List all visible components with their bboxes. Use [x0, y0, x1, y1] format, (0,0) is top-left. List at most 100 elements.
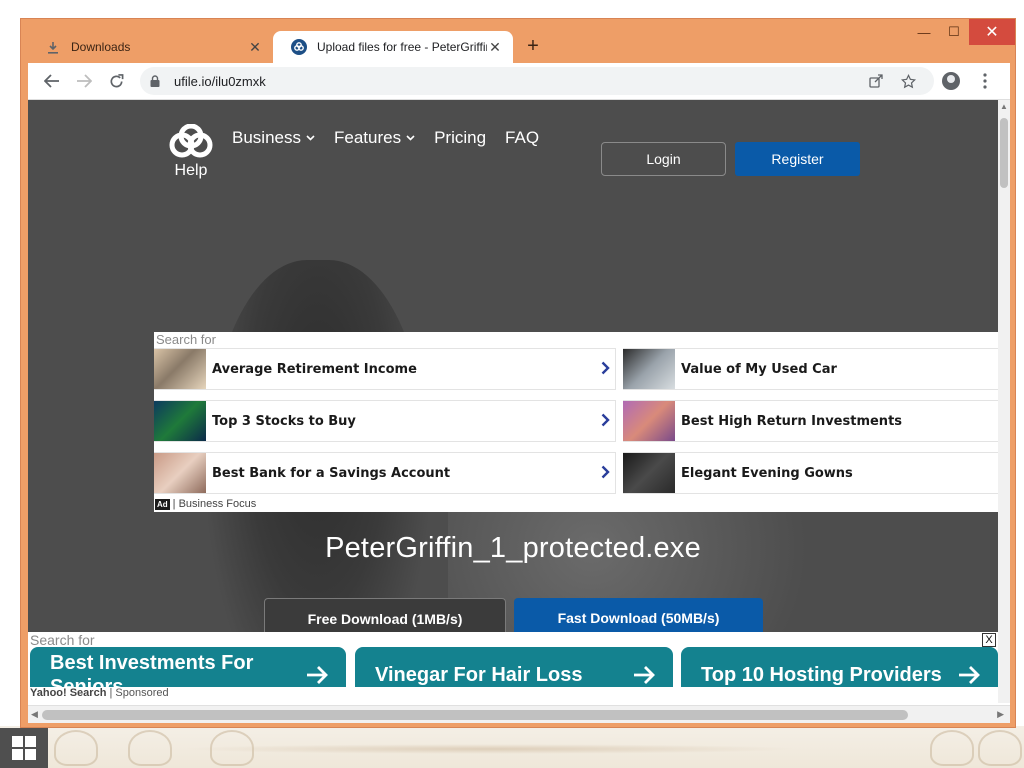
search-ad-block: Search for Average Retirement Income Top… [154, 332, 998, 512]
ad-link-label: Average Retirement Income [212, 361, 417, 377]
menu-button[interactable] [968, 67, 1002, 95]
ad-search-for-label: Search for [156, 332, 216, 347]
ad-thumbnail-car [623, 349, 675, 389]
reload-button[interactable] [100, 67, 132, 95]
ad-footer-text: | Business Focus [172, 498, 257, 510]
wallpaper-sketch [978, 730, 1022, 766]
address-bar[interactable]: ufile.io/ilu0zmxk [140, 67, 934, 95]
arrow-right-icon [958, 660, 980, 691]
file-name-title: PeterGriffin_1_protected.exe [325, 532, 701, 564]
url-text[interactable]: ufile.io/ilu0zmxk [174, 74, 860, 89]
nav-faq[interactable]: FAQ [505, 128, 539, 148]
browser-window: — ☐ ✕ Downloads ✕ Upload files for free … [20, 18, 1016, 728]
tab-downloads[interactable]: Downloads ✕ [27, 31, 273, 63]
windows-logo-icon [12, 736, 36, 760]
site-logo[interactable]: Help [166, 124, 216, 182]
ad-thumbnail-coins [623, 401, 675, 441]
scroll-up-icon[interactable]: ▲ [998, 102, 1010, 111]
ad-button-label: Vinegar For Hair Loss [375, 664, 583, 686]
avatar-icon [942, 72, 960, 90]
ad-link-label: Best Bank for a Savings Account [212, 465, 451, 481]
register-button[interactable]: Register [735, 142, 860, 176]
browser-toolbar: ufile.io/ilu0zmxk [28, 63, 1010, 100]
nav-label: Business [232, 128, 301, 147]
tab-title: Downloads [71, 40, 131, 54]
tab-strip: Downloads ✕ Upload files for free - Pete… [27, 29, 547, 63]
ad-link-best-bank-savings[interactable]: Best Bank for a Savings Account [154, 452, 616, 494]
sponsored-label: | Sponsored [109, 687, 169, 699]
ad-thumbnail-gown [623, 453, 675, 493]
wallpaper-sketch [54, 730, 98, 766]
close-tab-icon[interactable]: ✕ [247, 39, 263, 56]
window-controls: — ☐ ✕ [909, 19, 1015, 47]
download-icon [45, 39, 61, 55]
ad-link-top-3-stocks[interactable]: Top 3 Stocks to Buy [154, 400, 616, 442]
nav-label: Pricing [434, 128, 487, 147]
ad-attribution: Yahoo! Search | Sponsored [28, 687, 998, 703]
lock-icon[interactable] [150, 75, 166, 87]
close-ad-button[interactable]: X [982, 633, 996, 647]
scrollbar-thumb[interactable] [1000, 118, 1008, 188]
ad-badge[interactable]: Ad [155, 498, 170, 510]
vertical-scrollbar[interactable]: ▲ [998, 100, 1010, 703]
nav-pricing[interactable]: Pricing [434, 128, 486, 148]
nav-business[interactable]: Business [232, 128, 315, 148]
arrow-right-icon [306, 660, 328, 691]
ad-link-average-retirement-income[interactable]: Average Retirement Income [154, 348, 616, 390]
page-viewport: Help Business Features Pricing FAQ Login… [28, 100, 1010, 723]
wallpaper-streak [180, 744, 800, 754]
ad-link-best-high-return-investments[interactable]: Best High Return Investments [623, 400, 998, 442]
ad-link-value-used-car[interactable]: Value of My Used Car [623, 348, 998, 390]
back-button[interactable] [36, 67, 68, 95]
ad-button-label: Top 10 Hosting Providers [701, 664, 942, 686]
ad-link-label: Top 3 Stocks to Buy [212, 413, 356, 429]
scrollbar-thumb[interactable] [42, 710, 908, 720]
bookmark-star-icon[interactable] [892, 73, 924, 89]
ad-thumbnail-piggy-bank [154, 453, 206, 493]
nav-features[interactable]: Features [334, 128, 415, 148]
tab-title: Upload files for free - PeterGriffin [317, 40, 487, 54]
ad-link-elegant-evening-gowns[interactable]: Elegant Evening Gowns [623, 452, 998, 494]
forward-arrow-icon [77, 74, 92, 88]
maximize-button[interactable]: ☐ [939, 19, 969, 45]
yahoo-search-brand[interactable]: Yahoo! Search [30, 687, 106, 699]
help-link[interactable]: Help [175, 162, 208, 180]
scroll-left-icon[interactable]: ◀ [31, 709, 38, 720]
wallpaper-sketch [930, 730, 974, 766]
windows-start-button[interactable] [0, 728, 48, 768]
back-arrow-icon [44, 74, 59, 88]
ad-link-label: Elegant Evening Gowns [681, 465, 853, 481]
chevron-down-icon [406, 133, 415, 144]
reload-icon [110, 73, 123, 87]
scroll-right-icon[interactable]: ▶ [997, 709, 1004, 720]
horizontal-scrollbar[interactable]: ◀ ▶ [28, 705, 1010, 723]
forward-button[interactable] [68, 67, 100, 95]
minimize-button[interactable]: — [909, 19, 939, 45]
ufile-logo-icon [291, 39, 307, 55]
nav-label: FAQ [505, 128, 540, 147]
chevron-down-icon [306, 133, 315, 144]
chevron-right-icon [595, 410, 615, 433]
desktop-wallpaper [0, 726, 1024, 768]
share-icon[interactable] [860, 74, 892, 88]
tab-upload-files[interactable]: Upload files for free - PeterGriffin ✕ [273, 31, 513, 63]
profile-button[interactable] [934, 67, 968, 95]
new-tab-button[interactable]: + [519, 32, 547, 60]
ad-link-label: Best High Return Investments [681, 413, 903, 429]
ad-link-label: Value of My Used Car [681, 361, 837, 377]
site-navigation: Business Features Pricing FAQ [232, 128, 558, 148]
ad-thumbnail-stock-chart [154, 401, 206, 441]
ufile-page: Help Business Features Pricing FAQ Login… [28, 100, 998, 703]
ad-footer: Ad | Business Focus [155, 498, 256, 510]
wallpaper-sketch [128, 730, 172, 766]
kebab-menu-icon [983, 73, 987, 89]
window-close-button[interactable]: ✕ [969, 19, 1015, 45]
chevron-right-icon [595, 358, 615, 381]
close-tab-icon[interactable]: ✕ [487, 39, 503, 56]
ufile-logo-icon [169, 124, 213, 158]
chevron-right-icon [595, 462, 615, 485]
arrow-right-icon [633, 660, 655, 691]
login-button[interactable]: Login [601, 142, 726, 176]
nav-label: Features [333, 128, 402, 147]
ad-thumbnail-people [154, 349, 206, 389]
